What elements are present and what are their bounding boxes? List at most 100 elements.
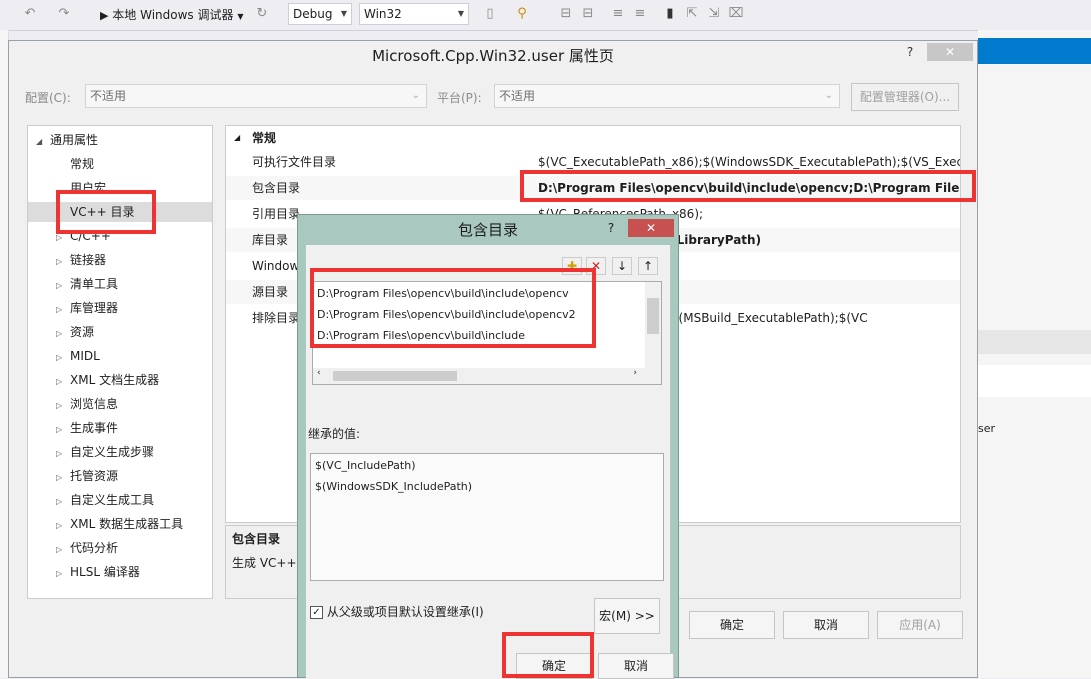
grid-row-name: 引用目录: [252, 207, 301, 221]
indent-icon[interactable]: ≡: [610, 6, 626, 22]
inherit-checkbox[interactable]: ✓: [310, 606, 323, 619]
include-close-button[interactable]: ✕: [628, 219, 674, 237]
move-up-icon[interactable]: ↑: [638, 257, 658, 275]
tree-item[interactable]: ▷ 链接器: [28, 250, 212, 270]
grid-row[interactable]: 可执行文件目录 $(VC_ExecutablePath_x86);$(Window…: [226, 150, 960, 174]
expand-icon: ▷: [56, 497, 63, 506]
tree-item-label: 常规: [70, 157, 95, 171]
config-manager-button[interactable]: 配置管理器(O)...: [851, 83, 959, 111]
align-icon[interactable]: ⊟: [558, 6, 574, 22]
tree-item-label: 资源: [70, 325, 95, 339]
grid-section-label: 常规: [252, 131, 277, 145]
inherit-checkbox-label: 从父级或项目默认设置继承(I): [326, 605, 484, 619]
tree-item[interactable]: 常规: [28, 154, 212, 174]
vs-right-row: [978, 330, 1091, 354]
bookmark-clear-icon[interactable]: ⌧: [728, 6, 744, 22]
chevron-down-icon: ▼: [237, 12, 244, 21]
vs-right-row-2: [978, 365, 1091, 397]
tree-item-label: 通用属性: [50, 133, 99, 147]
delete-icon[interactable]: ✕: [586, 257, 606, 275]
tree-item[interactable]: ▷ 自定义生成步骤: [28, 442, 212, 462]
include-help-button[interactable]: ?: [598, 219, 624, 237]
include-cancel-button[interactable]: 取消: [598, 653, 674, 679]
include-list[interactable]: D:\Program Files\opencv\build\include\op…: [312, 281, 662, 385]
tree-item[interactable]: 用户宏: [28, 178, 212, 198]
include-ok-button[interactable]: 确定: [516, 653, 592, 679]
help-button[interactable]: ?: [895, 43, 925, 61]
tree-item[interactable]: ▷ 清单工具: [28, 274, 212, 294]
new-line-icon[interactable]: ✚: [562, 257, 582, 275]
vertical-scrollbar[interactable]: [645, 282, 661, 368]
tree-item-label: VC++ 目录: [70, 205, 135, 219]
config-combo[interactable]: 不适用 ⌄: [85, 84, 427, 108]
tree-item[interactable]: VC++ 目录: [28, 202, 212, 222]
chevron-down-icon: ⌄: [411, 90, 420, 101]
move-down-icon[interactable]: ↓: [612, 257, 632, 275]
h-scroll-thumb[interactable]: [333, 371, 457, 381]
tree-item[interactable]: ▷ 代码分析: [28, 538, 212, 558]
tree-item-label: 用户宏: [70, 181, 107, 195]
tree-item-label: 浏览信息: [70, 397, 119, 411]
include-list-item[interactable]: D:\Program Files\opencv\build\include\op…: [317, 284, 569, 304]
grid-section-header[interactable]: ◢ 常规: [226, 126, 960, 150]
expand-icon: ▷: [56, 425, 63, 434]
platform-combo[interactable]: 不适用 ⌄: [494, 84, 840, 108]
grid-row-value: $(VC_ExecutablePath_x86);$(WindowsSDK_Ex…: [538, 155, 960, 169]
expand-icon: ▷: [56, 521, 63, 530]
grid-row[interactable]: 包含目录 D:\Program Files\opencv\build\includ…: [226, 176, 960, 200]
tree-item-label: HLSL 编译器: [70, 565, 140, 579]
find-icon[interactable]: ⚲: [514, 6, 530, 22]
tree-item[interactable]: ▷ 库管理器: [28, 298, 212, 318]
tree-item[interactable]: ▷ 生成事件: [28, 418, 212, 438]
scroll-right-icon[interactable]: ›: [633, 368, 637, 378]
expand-icon: ▷: [56, 569, 63, 578]
tree-item-label: 库管理器: [70, 301, 119, 315]
scroll-left-icon[interactable]: ‹: [317, 368, 321, 378]
macros-button[interactable]: 宏(M) >>: [594, 598, 660, 634]
horizontal-scrollbar[interactable]: ‹ ›: [313, 368, 661, 384]
grid-row-name: 库目录: [252, 233, 289, 247]
expand-icon: ▷: [56, 233, 63, 242]
close-button[interactable]: ✕: [927, 43, 973, 61]
tree-item[interactable]: ▷ 自定义生成工具: [28, 490, 212, 510]
tree-item[interactable]: ▷ 浏览信息: [28, 394, 212, 414]
tree-item[interactable]: ▷ 资源: [28, 322, 212, 342]
tree-item[interactable]: ▷ HLSL 编译器: [28, 562, 212, 582]
dialog-title: Microsoft.Cpp.Win32.user 属性页: [372, 47, 614, 65]
tree-item[interactable]: ◢ 通用属性: [28, 130, 212, 150]
tree-item-label: 自定义生成工具: [70, 493, 155, 507]
expand-icon: ▷: [56, 353, 63, 362]
tree-item-label: 自定义生成步骤: [70, 445, 155, 459]
scroll-thumb[interactable]: [647, 298, 659, 334]
undo-icon[interactable]: ↶: [22, 6, 38, 22]
configuration-value: Debug: [293, 7, 333, 21]
redo-icon[interactable]: ↷: [56, 6, 72, 22]
include-list-item[interactable]: D:\Program Files\opencv\build\include\op…: [317, 305, 576, 325]
apply-button[interactable]: 应用(A): [877, 611, 963, 639]
tree-item[interactable]: ▷ XML 数据生成器工具: [28, 514, 212, 534]
tree-item[interactable]: ▷ XML 文档生成器: [28, 370, 212, 390]
tree-item-label: 托管资源: [70, 469, 119, 483]
align-icon-2[interactable]: ⊟: [580, 6, 596, 22]
inherit-checkbox-row[interactable]: ✓ 从父级或项目默认设置继承(I): [310, 603, 484, 620]
inherited-list-item: $(VC_IncludePath): [315, 459, 416, 472]
outdent-icon[interactable]: ≡: [632, 6, 648, 22]
tree-item-label: 清单工具: [70, 277, 119, 291]
bookmark-icon[interactable]: ▮: [662, 6, 678, 22]
bookmark-prev-icon[interactable]: ⇱: [684, 6, 700, 22]
expand-icon: ▷: [56, 281, 63, 290]
refresh-icon[interactable]: ↻: [254, 6, 270, 22]
expand-icon: ▷: [56, 377, 63, 386]
platform-combo[interactable]: Win32 ▼: [359, 3, 469, 25]
bookmark-next-icon[interactable]: ⇲: [706, 6, 722, 22]
file-icon[interactable]: ▯: [482, 6, 498, 22]
include-list-item[interactable]: D:\Program Files\opencv\build\include: [317, 326, 525, 346]
tree-item[interactable]: ▷ MIDL: [28, 346, 212, 366]
tree-item[interactable]: ▷ 托管资源: [28, 466, 212, 486]
configuration-combo[interactable]: Debug ▼: [288, 3, 352, 25]
inherited-label: 继承的值:: [308, 427, 361, 441]
tree-item[interactable]: ▷ C/C++: [28, 226, 212, 246]
ok-button[interactable]: 确定: [689, 611, 775, 639]
start-debug-button[interactable]: ▶ 本地 Windows 调试器 ▼: [100, 4, 243, 26]
cancel-button[interactable]: 取消: [783, 611, 869, 639]
